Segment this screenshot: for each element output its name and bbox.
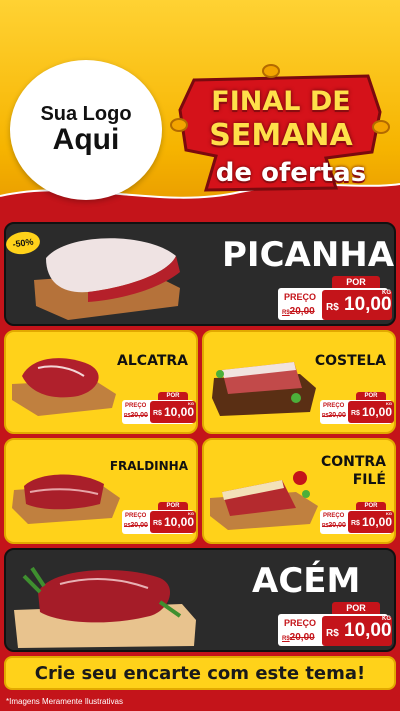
old-price: R$20,00 bbox=[282, 306, 315, 317]
product-card-costela[interactable]: COSTELA POR PREÇO R$20,00 R$ 10,00 KG bbox=[202, 330, 396, 434]
product-name-line2: FILÉ bbox=[352, 471, 386, 488]
por-label: POR bbox=[356, 392, 386, 400]
promo-line2: SEMANA bbox=[209, 118, 353, 153]
product-name-line1: CONTRA bbox=[320, 454, 386, 470]
por-label: POR bbox=[158, 392, 188, 400]
acem-image bbox=[14, 566, 196, 648]
preco-label: PREÇO bbox=[323, 513, 345, 519]
logo-text-line2: Aqui bbox=[52, 123, 120, 157]
unit: KG bbox=[386, 511, 392, 516]
logo-placeholder[interactable]: Sua Logo Aqui bbox=[10, 60, 162, 200]
price: 10,00 bbox=[344, 294, 392, 315]
price-tag: POR PREÇO R$20,00 R$ 10,00 KG bbox=[278, 274, 392, 324]
old-price: R$20,00 bbox=[124, 522, 148, 529]
logo-text-line1: Sua Logo bbox=[40, 103, 132, 126]
cta-banner[interactable]: Crie seu encarte com este tema! bbox=[4, 656, 396, 690]
por-label: POR bbox=[158, 502, 188, 510]
currency: R$ bbox=[153, 410, 162, 417]
price: 10,00 bbox=[344, 620, 392, 641]
currency: R$ bbox=[351, 410, 360, 417]
old-price: R$20,00 bbox=[124, 412, 148, 419]
currency: R$ bbox=[153, 520, 162, 527]
product-card-contra-file[interactable]: CONTRA FILÉ POR PREÇO R$20,00 R$ 10,00 K… bbox=[202, 438, 396, 544]
costela-image bbox=[212, 362, 316, 416]
product-name: FRALDINHA bbox=[109, 459, 188, 473]
por-label: POR bbox=[356, 502, 386, 510]
price: 10,00 bbox=[164, 515, 195, 529]
price: 10,00 bbox=[164, 405, 195, 419]
product-name: COSTELA bbox=[314, 353, 386, 369]
promo-headline: FINAL DE SEMANA de ofertas bbox=[170, 64, 390, 192]
unit: KG bbox=[188, 401, 194, 406]
disclaimer-note: *Imagens Meramente Ilustrativas bbox=[6, 697, 123, 706]
promo-line3: de ofertas bbox=[215, 158, 367, 188]
product-name: PICANHA bbox=[222, 235, 395, 275]
por-label: POR bbox=[332, 602, 380, 614]
price-tag: POR PREÇO R$20,00 R$ 10,00 KG bbox=[320, 392, 394, 426]
preco-label: PREÇO bbox=[284, 292, 317, 302]
coin-icon bbox=[262, 64, 280, 78]
promo-line1: FINAL DE bbox=[211, 86, 351, 117]
contra-file-image bbox=[210, 471, 318, 530]
currency: R$ bbox=[351, 520, 360, 527]
alcatra-image bbox=[12, 358, 116, 416]
price: 10,00 bbox=[362, 405, 393, 419]
currency: R$ bbox=[326, 302, 339, 313]
price-tag: POR PREÇO R$20,00 R$ 10,00 KG bbox=[122, 502, 196, 536]
product-card-picanha[interactable]: PICANHA POR PREÇO R$20,00 R$ 10,00 KG bbox=[4, 222, 396, 326]
price-tag: POR PREÇO R$20,00 R$ 10,00 KG bbox=[278, 600, 392, 650]
preco-label: PREÇO bbox=[284, 618, 317, 628]
product-card-fraldinha[interactable]: FRALDINHA POR PREÇO R$20,00 R$ 10,00 KG bbox=[4, 438, 198, 544]
preco-label: PREÇO bbox=[323, 403, 345, 409]
unit: KG bbox=[386, 401, 392, 406]
currency: R$ bbox=[326, 628, 339, 639]
product-name: ALCATRA bbox=[117, 353, 188, 369]
old-price: R$20,00 bbox=[322, 522, 346, 529]
product-card-alcatra[interactable]: ALCATRA POR PREÇO R$20,00 R$ 10,00 KG bbox=[4, 330, 198, 434]
old-price: R$20,00 bbox=[282, 632, 315, 643]
fraldinha-image bbox=[12, 474, 120, 524]
picanha-image bbox=[34, 238, 180, 320]
price-tag: POR PREÇO R$20,00 R$ 10,00 KG bbox=[122, 392, 196, 426]
unit: KG bbox=[382, 290, 391, 296]
header-banner: Sua Logo Aqui FINAL DE SEMANA de ofertas bbox=[0, 0, 400, 212]
preco-label: PREÇO bbox=[125, 513, 147, 519]
price: 10,00 bbox=[362, 515, 393, 529]
preco-label: PREÇO bbox=[125, 403, 147, 409]
product-name: ACÉM bbox=[252, 561, 361, 601]
price-tag: POR PREÇO R$20,00 R$ 10,00 KG bbox=[320, 502, 394, 536]
product-card-acem[interactable]: ACÉM POR PREÇO R$20,00 R$ 10,00 KG bbox=[4, 548, 396, 652]
old-price: R$20,00 bbox=[322, 412, 346, 419]
unit: KG bbox=[382, 616, 391, 622]
unit: KG bbox=[188, 511, 194, 516]
product-name: CONTRA FILÉ bbox=[321, 454, 386, 489]
por-label: POR bbox=[332, 276, 380, 288]
